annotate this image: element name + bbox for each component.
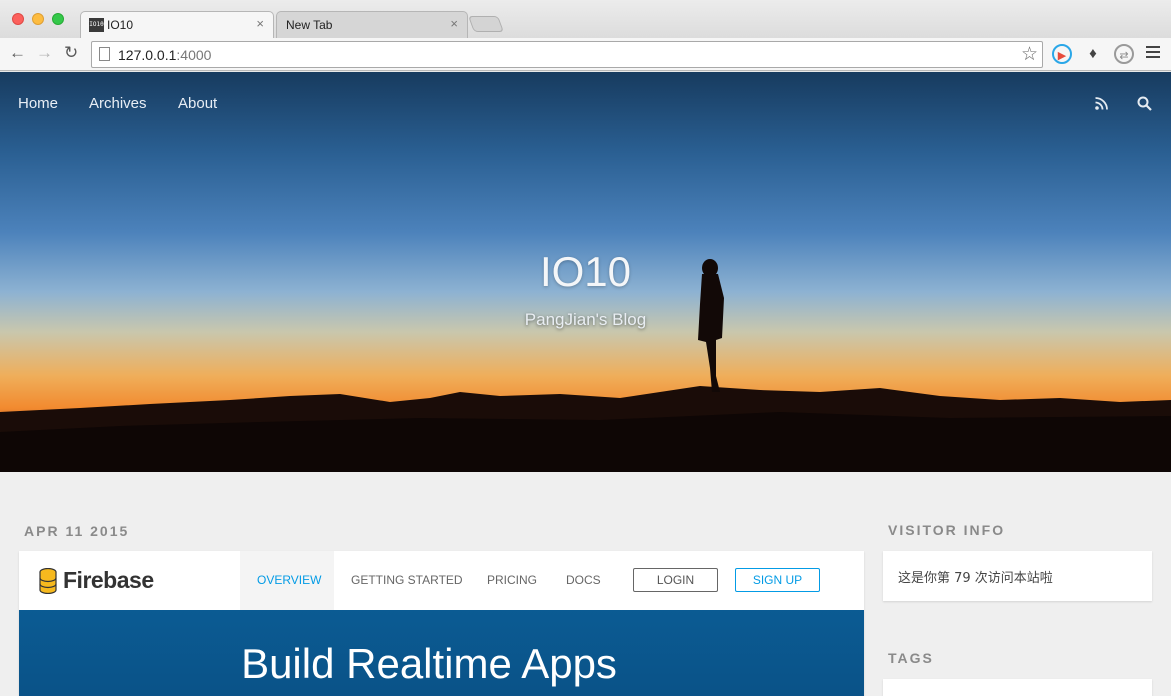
tab-close-icon[interactable]: × [450, 16, 458, 31]
visitor-info-heading: VISITOR INFO [888, 522, 1006, 538]
evernote-extension-icon[interactable]: ♦ [1083, 44, 1103, 64]
firebase-headline: Build Realtime Apps [241, 640, 617, 687]
tab-io10[interactable]: IO10 IO10 × [80, 11, 274, 38]
site-title: IO10 [539, 248, 632, 295]
firebase-header: Firebase OVERVIEW GETTING STARTED PRICIN… [19, 551, 864, 610]
new-tab-button[interactable] [468, 16, 504, 32]
mountain-silhouette [0, 386, 1171, 472]
firebase-login-button[interactable]: LOGIN [633, 568, 718, 592]
tab-new-tab[interactable]: New Tab × [276, 11, 468, 38]
firebase-banner: Build Realtime Apps [19, 610, 864, 696]
minimize-window-button[interactable] [32, 13, 44, 25]
address-bar[interactable]: 127.0.0.1:4000 ☆ [91, 41, 1043, 68]
site-subtitle: PangJian's Blog [524, 310, 647, 329]
tab-close-icon[interactable]: × [256, 16, 264, 31]
bookmark-star-icon[interactable]: ☆ [1021, 43, 1038, 66]
window-titlebar: IO10 IO10 × New Tab × [0, 0, 1171, 38]
nav-about-link[interactable]: About [178, 95, 217, 112]
firebase-nav-overview[interactable]: OVERVIEW [257, 573, 321, 587]
firebase-nav-pricing[interactable]: PRICING [487, 573, 537, 587]
nav-archives-link[interactable]: Archives [89, 95, 147, 112]
proxy-extension-icon[interactable]: ⇄ [1114, 44, 1134, 64]
url-port: :4000 [176, 47, 212, 63]
tags-heading: TAGS [888, 650, 934, 666]
search-icon[interactable] [1137, 96, 1152, 111]
tags-card [883, 679, 1152, 696]
page-viewport: Home Archives About IO10 PangJian's Blog… [0, 72, 1171, 696]
close-window-button[interactable] [12, 13, 24, 25]
tab-title: New Tab [286, 18, 333, 32]
back-arrow-icon[interactable]: ← [9, 43, 26, 63]
tab-title: IO10 [107, 18, 134, 32]
url-text: 127.0.0.1:4000 [118, 47, 211, 63]
firebase-logo-text: Firebase [63, 567, 154, 593]
video-extension-icon[interactable]: ▶ [1052, 44, 1072, 64]
maximize-window-button[interactable] [52, 13, 64, 25]
firebase-nav-docs[interactable]: DOCS [566, 573, 601, 587]
site-favicon-icon: IO10 [89, 18, 104, 32]
nav-home-link[interactable]: Home [18, 95, 58, 112]
firebase-database-icon [39, 568, 57, 594]
visitor-info-card: 这是你第 79 次访问本站啦 [883, 551, 1152, 601]
firebase-nav-getting-started[interactable]: GETTING STARTED [351, 573, 463, 587]
forward-arrow-icon[interactable]: → [36, 43, 53, 63]
chrome-menu-icon[interactable] [1146, 46, 1160, 61]
post-date: APR 11 2015 [24, 523, 130, 539]
url-host: 127.0.0.1 [118, 47, 177, 63]
post-preview-card[interactable]: Firebase OVERVIEW GETTING STARTED PRICIN… [19, 551, 864, 696]
browser-toolbar: ← → ↻ 127.0.0.1:4000 ☆ ▶ ♦ ⇄ [0, 38, 1171, 71]
reload-icon[interactable]: ↻ [64, 43, 78, 63]
visitor-count-text: 这是你第 79 次访问本站啦 [898, 571, 1053, 586]
page-icon [99, 47, 110, 61]
rss-icon[interactable] [1095, 97, 1108, 110]
hero-header: Home Archives About IO10 PangJian's Blog [0, 72, 1171, 472]
firebase-signup-button[interactable]: SIGN UP [735, 568, 820, 592]
